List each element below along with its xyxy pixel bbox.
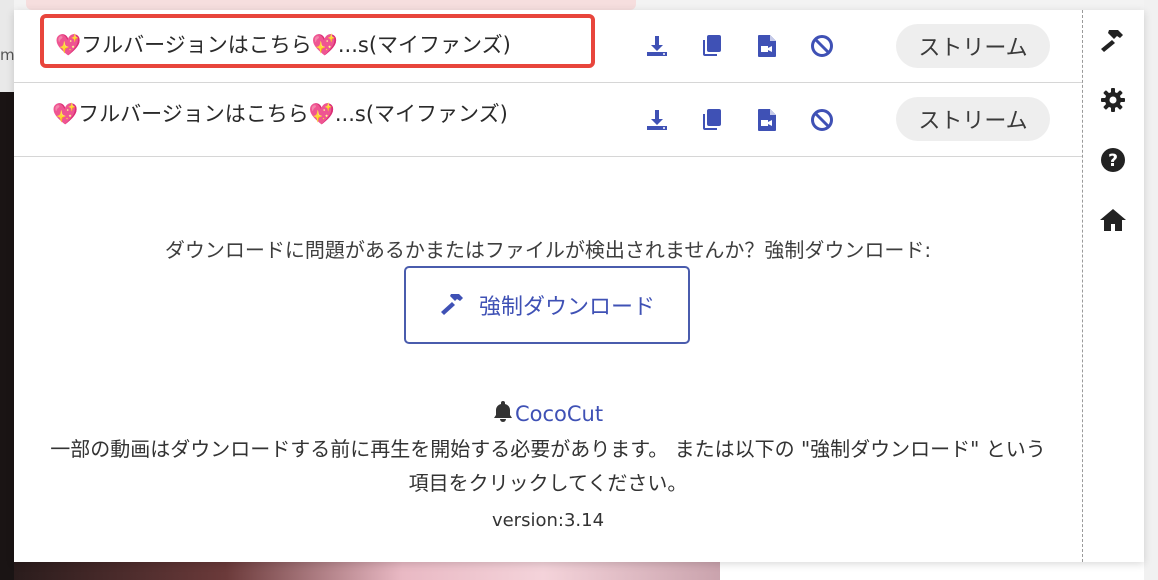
version-label: version:3.14 [491, 510, 605, 531]
download-row: 💖フルバージョンはこちら💖...s(マイファンズ) ストリーム [14, 10, 1082, 83]
background-page-right [1144, 0, 1158, 580]
popup-main: 💖フルバージョンはこちら💖...s(マイファンズ) ストリーム 💖フルバージョン… [14, 10, 1082, 562]
gear-icon[interactable] [1099, 86, 1127, 114]
background-page-bar [26, 0, 636, 10]
sidebar: ? [1082, 10, 1144, 562]
copy-icon[interactable] [699, 33, 725, 59]
force-download-button[interactable]: 強制ダウンロード [404, 266, 690, 344]
play-first-note: 一部の動画はダウンロードする前に再生を開始する必要があります。 または以下の "… [50, 437, 1046, 495]
download-title[interactable]: 💖フルバージョンはこちら💖...s(マイファンズ) [40, 14, 595, 68]
cococut-link[interactable]: CocoCut [515, 402, 603, 426]
force-download-label: 強制ダウンロード [478, 295, 655, 320]
download-icon[interactable] [644, 33, 670, 59]
block-icon[interactable] [809, 33, 835, 59]
extension-popup: 💖フルバージョンはこちら💖...s(マイファンズ) ストリーム 💖フルバージョン… [14, 10, 1144, 562]
brand-line: CocoCut [14, 400, 1082, 427]
block-icon[interactable] [809, 107, 835, 133]
download-title[interactable]: 💖フルバージョンはこちら💖...s(マイファンズ) [52, 99, 508, 129]
copy-icon[interactable] [699, 107, 725, 133]
background-text: m [0, 46, 15, 64]
force-download-prompt: ダウンロードに問題があるかまたはファイルが検出されませんか？強制ダウンロード: [164, 238, 932, 262]
video-file-icon[interactable] [754, 107, 780, 133]
hammer-icon [439, 289, 467, 321]
hammer-icon[interactable] [1099, 26, 1127, 54]
background-video-bottom [14, 562, 720, 580]
download-row: 💖フルバージョンはこちら💖...s(マイファンズ) ストリーム [14, 83, 1082, 157]
bell-icon [493, 400, 513, 427]
stream-button[interactable]: ストリーム [896, 97, 1050, 141]
video-file-icon[interactable] [754, 33, 780, 59]
stream-button[interactable]: ストリーム [896, 24, 1050, 68]
download-icon[interactable] [644, 107, 670, 133]
home-icon[interactable] [1099, 206, 1127, 234]
svg-text:?: ? [1108, 151, 1118, 171]
help-icon[interactable]: ? [1099, 146, 1127, 174]
background-video-left [0, 92, 14, 580]
